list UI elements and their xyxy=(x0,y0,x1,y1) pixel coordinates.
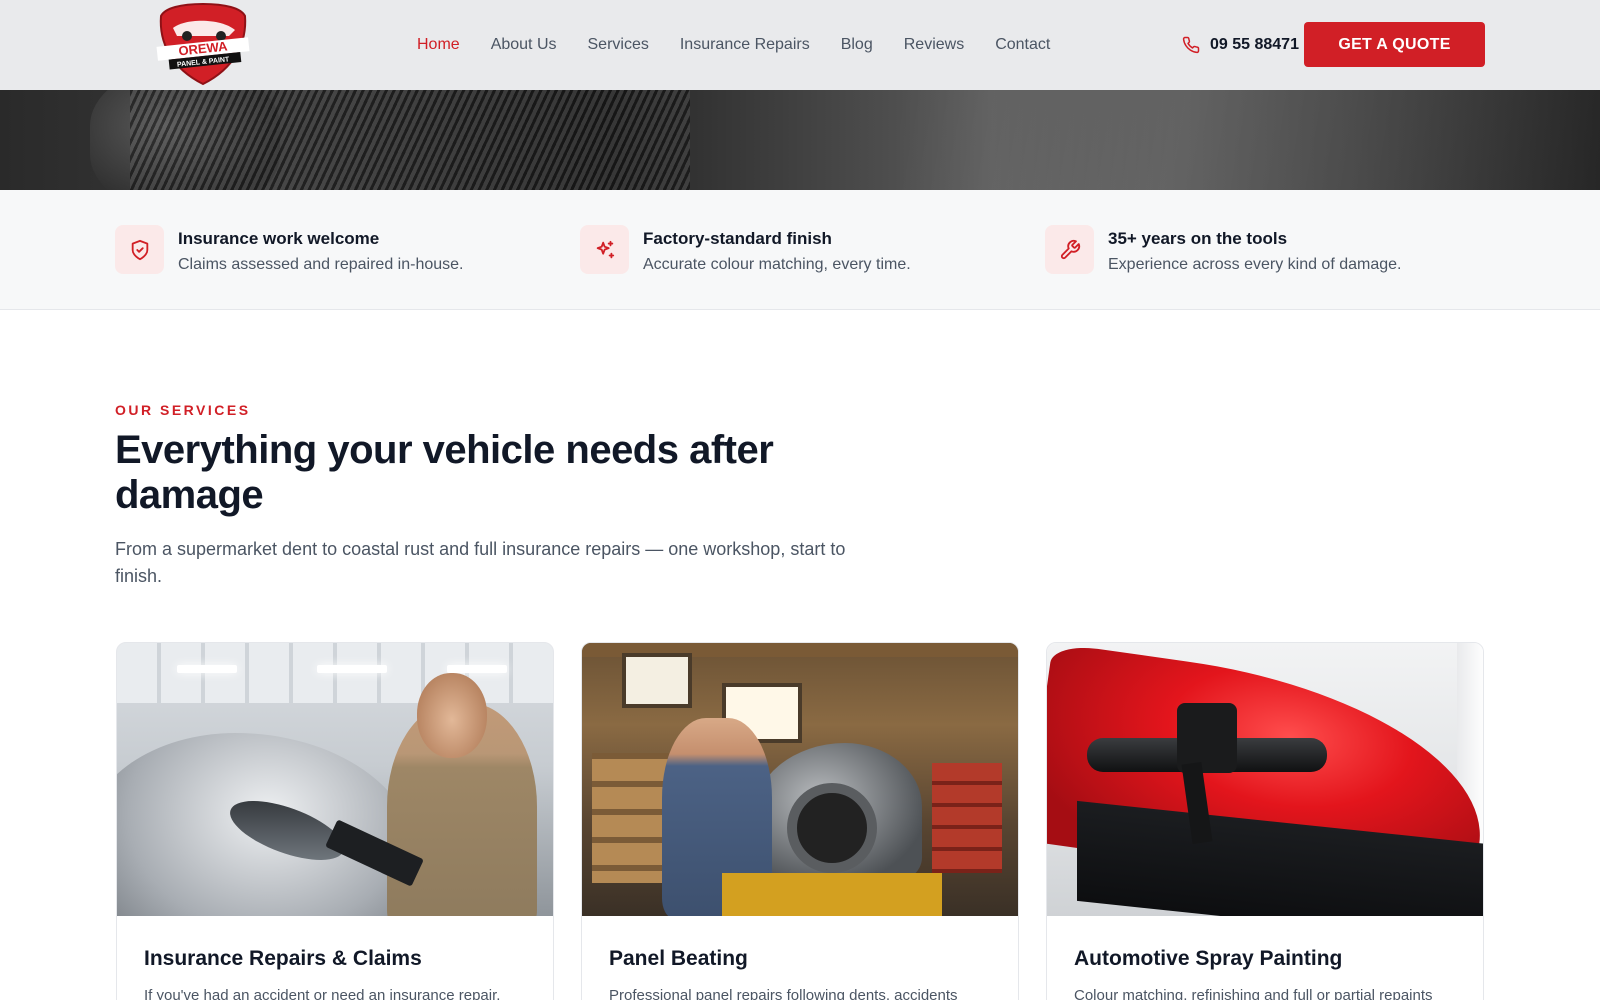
feature-desc: Accurate colour matching, every time. xyxy=(643,256,911,273)
hero-image xyxy=(0,90,1600,190)
feature-title: Insurance work welcome xyxy=(178,229,380,248)
features-bar: Insurance work welcome Claims assessed a… xyxy=(0,190,1600,310)
phone-number: 09 55 88471 xyxy=(1210,36,1299,53)
nav-about-us[interactable]: About Us xyxy=(491,36,557,54)
feature-insurance: Insurance work welcome Claims assessed a… xyxy=(115,225,463,274)
get-a-quote-button[interactable]: GET A QUOTE xyxy=(1304,22,1485,67)
phone-link[interactable]: 09 55 88471 xyxy=(1182,0,1299,90)
service-card-title[interactable]: Insurance Repairs & Claims xyxy=(144,947,422,971)
main-nav: Home About Us Services Insurance Repairs… xyxy=(417,0,1050,90)
service-card-image xyxy=(117,643,553,916)
services-eyebrow: OUR SERVICES xyxy=(115,402,251,418)
logo[interactable]: OREWA PANEL & PAINT xyxy=(155,2,251,86)
feature-title: 35+ years on the tools xyxy=(1108,229,1288,248)
feature-desc: Experience across every kind of damage. xyxy=(1108,256,1402,273)
feature-icon-box xyxy=(580,225,629,274)
feature-finish: Factory-standard finish Accurate colour … xyxy=(580,225,911,274)
logo-badge-icon: OREWA PANEL & PAINT xyxy=(156,2,250,86)
nav-blog[interactable]: Blog xyxy=(841,36,873,54)
nav-home[interactable]: Home xyxy=(417,36,460,54)
hero-sheen xyxy=(900,90,1600,190)
wrench-icon xyxy=(1060,239,1080,259)
feature-experience: 35+ years on the tools Experience across… xyxy=(1045,225,1401,274)
feature-desc: Claims assessed and repaired in-house. xyxy=(178,256,464,273)
service-card-spray-painting[interactable]: Automotive Spray Painting Colour matchin… xyxy=(1046,642,1484,1000)
sparkles-icon xyxy=(596,240,614,258)
service-card-image xyxy=(582,643,1018,916)
service-card-title[interactable]: Panel Beating xyxy=(609,947,748,971)
feature-icon-box xyxy=(1045,225,1094,274)
services-heading: Everything your vehicle needs after dama… xyxy=(115,428,774,517)
site-header: OREWA PANEL & PAINT Home About Us Servic… xyxy=(0,0,1600,90)
service-card-image xyxy=(1047,643,1483,916)
phone-icon xyxy=(1182,36,1200,54)
service-card-desc: If you've had an accident or need an ins… xyxy=(144,987,501,1000)
service-card-desc: Colour matching, refinishing and full or… xyxy=(1074,987,1433,1000)
feature-title: Factory-standard finish xyxy=(643,229,832,248)
feature-icon-box xyxy=(115,225,164,274)
services-lead: From a supermarket dent to coastal rust … xyxy=(115,539,846,586)
nav-contact[interactable]: Contact xyxy=(995,36,1050,54)
hero-floor-grate xyxy=(130,90,690,190)
service-card-insurance[interactable]: Insurance Repairs & Claims If you've had… xyxy=(116,642,554,1000)
nav-reviews[interactable]: Reviews xyxy=(904,36,964,54)
shield-check-icon xyxy=(131,239,148,260)
service-card-title[interactable]: Automotive Spray Painting xyxy=(1074,947,1342,971)
nav-services[interactable]: Services xyxy=(588,36,649,54)
service-card-desc: Professional panel repairs following den… xyxy=(609,987,958,1000)
nav-insurance-repairs[interactable]: Insurance Repairs xyxy=(680,36,810,54)
service-card-panel-beating[interactable]: Panel Beating Professional panel repairs… xyxy=(581,642,1019,1000)
